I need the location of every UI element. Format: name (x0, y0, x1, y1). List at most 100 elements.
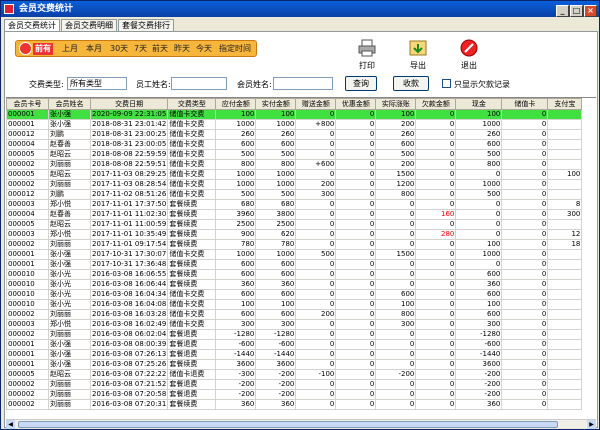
filter-this-month[interactable]: 本月 (86, 43, 102, 55)
table-cell: 0 (501, 329, 549, 340)
filter-day-before-yesterday[interactable]: 前天 (152, 43, 168, 55)
filter-yesterday[interactable]: 昨天 (174, 43, 190, 55)
table-row[interactable]: 000001 张小强 2016-03-08 07:25:26 套餐续费 3600 3600… (6, 359, 583, 370)
scroll-right-arrow-icon[interactable]: ▶ (587, 420, 596, 429)
table-cell: 0 (501, 159, 549, 170)
table-row[interactable]: 000002 刘丽丽 2016-03-08 07:20:31 套餐续费 360 360 0 0… (6, 399, 583, 410)
table-row[interactable]: 000002 刘丽丽 2016-03-08 16:03:28 储值卡交费 600 600 2… (6, 309, 583, 320)
title-bar[interactable]: 会员交费统计 _ □ × (1, 1, 599, 17)
table-cell: 300 (215, 319, 257, 330)
column-header[interactable]: 交费类型 (167, 98, 217, 110)
table-cell: 0 (375, 389, 417, 400)
table-cell: 储值卡交费 (167, 249, 217, 260)
table-row[interactable]: 000001 张小强 2016-03-08 08:00:39 套餐退费 -600 -600… (6, 339, 583, 350)
table-row[interactable]: 000010 张小光 2016-03-08 16:04:34 储值卡交费 600 600 0… (6, 289, 583, 300)
column-header[interactable]: 欠款金额 (415, 98, 457, 110)
table-row[interactable]: 000003 郑小悦 2017-11-01 17:37:50 套餐续费 680 680 0 0… (6, 199, 583, 210)
table-row[interactable]: 000005 赵昭云 2017-11-01 11:00:59 套餐续费 2500 2500… (6, 219, 583, 230)
column-header[interactable]: 会员姓名 (48, 98, 91, 110)
table-row[interactable]: 000002 刘丽丽 2016-03-08 07:20:58 套餐退费 -200 -200… (6, 389, 583, 400)
tab-package-ranking[interactable]: 套餐交费排行 (118, 19, 174, 31)
table-cell: 0 (415, 269, 457, 280)
table-cell: 800 (375, 309, 417, 320)
table-cell: 0 (375, 279, 417, 290)
maximize-button[interactable]: □ (570, 5, 583, 17)
filter-30-days[interactable]: 30天 (110, 43, 128, 55)
table-row[interactable]: 000010 张小光 2016-03-08 16:06:55 套餐续费 600 600 0 0… (6, 269, 583, 280)
scroll-thumb[interactable] (18, 421, 558, 428)
table-row[interactable]: 000005 赵昭云 2018-08-08 22:59:59 储值卡交费 500 500 0… (6, 149, 583, 160)
export-button[interactable]: 导出 (403, 38, 433, 71)
exit-icon (460, 39, 478, 57)
filter-selected[interactable]: 前有 (33, 43, 53, 55)
table-row[interactable]: 000001 张小强 2017-10-31 17:30:07 储值卡交费 1000 100… (6, 249, 583, 260)
column-header[interactable]: 赠送金额 (295, 98, 337, 110)
table-cell: 200 (375, 159, 417, 170)
table-row[interactable]: 000001 张小强 2017-10-31 17:36:48 套餐续费 600 600 0 0… (6, 259, 583, 270)
table-row[interactable]: 000005 赵昭云 2016-03-08 07:22:22 储值卡退费 -300 -20… (6, 369, 583, 380)
table-cell: 0 (415, 129, 457, 140)
table-row[interactable]: 000004 赵春善 2018-08-31 23:00:05 储值卡交费 600 600 0… (6, 139, 583, 150)
table-cell: 0 (415, 179, 457, 190)
table-cell: 0 (501, 139, 549, 150)
table-row[interactable]: 000010 张小光 2016-03-08 16:04:08 储值卡交费 100 100 0… (6, 299, 583, 310)
table-cell: 0 (455, 209, 503, 220)
table-row[interactable]: 000010 张小光 2016-03-08 16:06:44 套餐续费 360 360 0 0… (6, 279, 583, 290)
minimize-button[interactable]: _ (556, 5, 569, 17)
column-header[interactable]: 会员卡号 (6, 98, 49, 110)
only-arrears-checkbox[interactable] (442, 79, 451, 88)
table-cell: 2016-03-08 16:06:55 (89, 269, 169, 280)
table-cell: 500 (375, 149, 417, 160)
horizontal-scrollbar[interactable]: ◀ ▶ (6, 419, 596, 429)
table-row[interactable]: 000002 刘丽丽 2016-03-08 06:02:04 套餐退费 -1280 -12… (6, 329, 583, 340)
table-row[interactable]: 000002 刘丽丽 2018-08-08 22:59:51 储值卡交费 800 800 +… (6, 159, 583, 170)
tab-member-fee-detail[interactable]: 会员交费明细 (61, 19, 117, 31)
table-cell: 2018-08-08 22:59:51 (89, 159, 169, 170)
table-row[interactable]: 000004 赵春善 2017-11-01 11:02:30 套餐续费 3960 3800… (6, 209, 583, 220)
table-cell (547, 129, 583, 140)
fee-type-select[interactable]: 所有类型 (67, 77, 127, 90)
close-button[interactable]: × (584, 5, 597, 17)
column-header[interactable]: 优惠金额 (335, 98, 377, 110)
table-cell: 0 (335, 319, 377, 330)
table-row[interactable]: 000003 郑小悦 2016-03-08 16:02:49 储值卡交费 300 300 0… (6, 319, 583, 330)
table-row[interactable]: 000012 刘鹏 2018-08-31 23:00:25 储值卡交费 260 260 0 0… (6, 129, 583, 140)
collapse-button[interactable]: 收款 (393, 76, 429, 91)
table-cell: 000001 (6, 259, 49, 270)
column-header[interactable]: 现金 (455, 98, 503, 110)
table-row[interactable]: 000012 刘鹏 2017-11-02 08:51:26 储值卡交费 500 500 30… (6, 189, 583, 200)
staff-name-input[interactable] (171, 77, 227, 90)
fee-table[interactable]: 会员卡号 会员姓名 交费日期 交费类型 应付金额 实付金额 赠送金额 优惠金额 实际涨账 欠款金额… (6, 97, 596, 420)
filter-custom-time[interactable]: 指定时间 (219, 43, 251, 55)
scroll-left-arrow-icon[interactable]: ◀ (6, 420, 15, 429)
column-header[interactable]: 交费日期 (89, 98, 169, 110)
exit-button[interactable]: 退出 (454, 38, 484, 71)
table-cell: 2016-03-08 07:20:58 (89, 389, 169, 400)
table-row[interactable]: 000001 张小强 2016-03-08 07:26:13 套餐退费 -1440 -14… (6, 349, 583, 360)
column-header[interactable]: 储值卡 (501, 98, 549, 110)
table-cell: 0 (295, 269, 337, 280)
table-row[interactable]: 000001 张小强 2018-08-31 23:01:42 储值卡交费 1000 100… (6, 119, 583, 130)
table-cell: 000010 (6, 299, 49, 310)
table-row[interactable]: 000002 刘丽丽 2017-11-01 09:17:54 套餐续费 780 780 0 0… (6, 239, 583, 250)
filter-7-days[interactable]: 7天 (134, 43, 147, 55)
app-icon (4, 4, 14, 14)
query-button[interactable]: 查询 (345, 76, 377, 91)
table-row[interactable]: 000002 刘丽丽 2017-11-03 08:28:54 储值卡交费 1000 100… (6, 179, 583, 190)
column-header[interactable]: 实付金额 (255, 98, 297, 110)
table-cell: -100 (295, 369, 337, 380)
table-row[interactable]: 000001 张小强 2020-09-09 22:31:05 储值卡交费 100 100 0… (6, 109, 583, 120)
column-header[interactable]: 支付宝 (547, 98, 583, 110)
table-row[interactable]: 000003 郑小悦 2017-11-01 10:35:49 套餐续费 900 620 0 0… (6, 229, 583, 240)
column-header[interactable]: 实际涨账 (375, 98, 417, 110)
member-name-input[interactable] (273, 77, 333, 90)
table-row[interactable]: 000005 赵昭云 2017-11-03 08:29:25 储值卡交费 1000 100… (6, 169, 583, 180)
column-header[interactable]: 应付金额 (215, 98, 257, 110)
table-row[interactable]: 000002 刘丽丽 2016-03-08 07:21:52 套餐退费 -200 -200… (6, 379, 583, 390)
print-button[interactable]: 打印 (352, 38, 382, 71)
table-cell: 0 (335, 359, 377, 370)
filter-today[interactable]: 今天 (196, 43, 212, 55)
filter-last-month[interactable]: 上月 (62, 43, 78, 55)
table-cell: 800 (455, 159, 503, 170)
table-cell: 2016-03-08 07:20:31 (89, 399, 169, 410)
